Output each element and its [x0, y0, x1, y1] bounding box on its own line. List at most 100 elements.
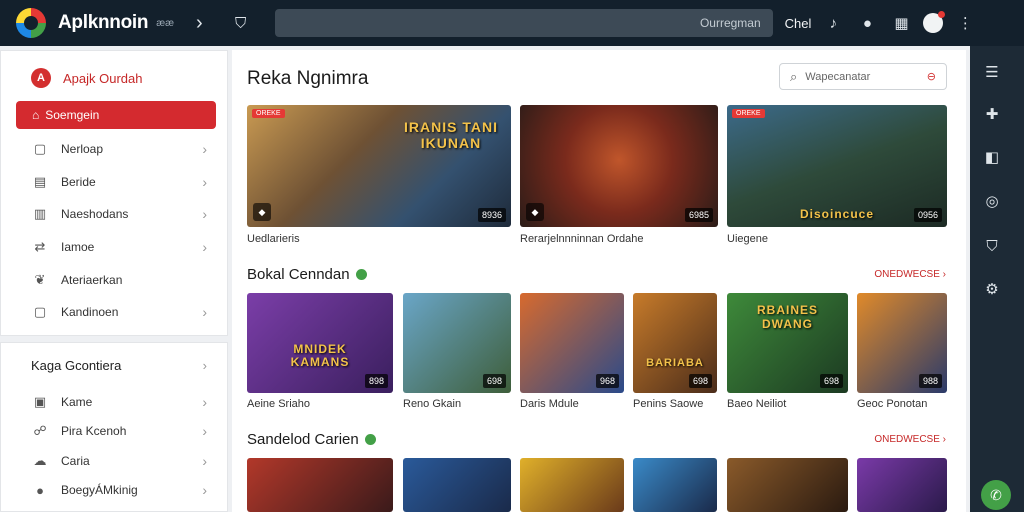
shield-icon[interactable]: ⛉ — [983, 238, 1001, 256]
app-title: Aplknnoin — [58, 12, 149, 33]
game-card-1[interactable]: MNIDEK KAMANS 898 — [247, 293, 393, 393]
featured-card-1[interactable]: OREKE IRANIS TANI IKUNAN ◆ 8936 — [247, 105, 511, 227]
sidebar-item-active[interactable]: ⌂ Soemgein — [16, 101, 216, 129]
disc-icon: ● — [36, 482, 44, 498]
top-bar: Aplknnoin ææ › ⛉ Ourregman Chel ♪ ● ▦ ⋮ — [0, 0, 1024, 46]
see-more-label: ONEDWECSE — [874, 434, 940, 445]
puzzle-icon[interactable]: ✚ — [983, 106, 1001, 124]
game-caption-3: Daris Mdule — [520, 398, 579, 410]
play-icon[interactable]: ◆ — [526, 203, 544, 221]
sidebar-item-label: Soemgein — [45, 108, 100, 122]
game-card-10[interactable] — [633, 458, 717, 512]
sidebar-group-item-3[interactable]: ☁ Caria › — [1, 446, 227, 476]
game-card-8[interactable] — [403, 458, 511, 512]
game-caption-4: Penins Saowe — [633, 398, 704, 410]
status-dot-icon — [364, 434, 376, 445]
card-duration: 698 — [482, 374, 506, 388]
chevron-right-icon: › — [202, 357, 207, 373]
chat-button[interactable]: Chel — [785, 16, 812, 31]
record-icon[interactable]: ● — [855, 11, 879, 35]
game-card-2[interactable]: 698 — [403, 293, 511, 393]
chevron-right-icon: › — [202, 206, 207, 223]
sidebar-item-3[interactable]: ▥ Naeshodans › — [1, 198, 227, 231]
avatar[interactable] — [923, 11, 946, 33]
chat-fab-icon[interactable]: ✆ — [981, 480, 1011, 510]
game-card-6[interactable]: 988 — [857, 293, 947, 393]
chevron-right-icon: › — [202, 173, 207, 190]
square-icon: ▢ — [33, 304, 47, 320]
chevron-right-icon[interactable]: › — [196, 12, 203, 35]
search-input[interactable]: Ourregman — [274, 9, 773, 37]
app-logo[interactable] — [16, 8, 46, 38]
card-duration: 968 — [595, 374, 619, 388]
sidebar-item-label: Pira Kcenoh — [61, 424, 127, 439]
card-duration: 988 — [918, 374, 942, 388]
sidebar-item-label: Caria — [61, 453, 90, 468]
sidebar-group-item-2[interactable]: ☍ Pira Kcenoh › — [1, 417, 227, 447]
page-title: Reka Ngnimra — [247, 68, 369, 89]
card-title-overlay: MNIDEK KAMANS — [290, 342, 350, 369]
globe-icon[interactable]: ◎ — [983, 193, 1001, 211]
sidebar-group-title[interactable]: Kaga Gcontiera › — [1, 343, 227, 387]
see-more-link[interactable]: ONEDWECSE › — [874, 269, 946, 280]
sidebar-item-label: Iamoe — [61, 240, 95, 255]
play-icon[interactable]: ◆ — [253, 203, 271, 221]
document-icon: ▤ — [33, 173, 47, 189]
app-subtitle: ææ — [156, 17, 174, 29]
game-caption-2: Reno Gkain — [403, 398, 462, 410]
list-icon[interactable]: ☰ — [983, 64, 1001, 82]
grid-icon[interactable]: ▦ — [889, 11, 913, 35]
filter-icon[interactable]: ⊖ — [927, 70, 936, 83]
more-vertical-icon[interactable]: ⋮ — [953, 11, 977, 35]
sidebar-group: Kaga Gcontiera › ▣ Kame › ☍ Pira Kcenoh … — [0, 342, 228, 512]
sidebar-header[interactable]: A Apajk Ourdah — [1, 65, 227, 91]
featured-card-3[interactable]: OREKE Disoincuce 0956 — [727, 105, 947, 227]
featured-caption-1: Uedlarieris — [247, 233, 300, 245]
image-icon: ▣ — [33, 393, 47, 409]
sidebar-item-2[interactable]: ▤ Beride › — [1, 166, 227, 199]
sidebar-item-5[interactable]: ❦ Ateriaerkan — [1, 263, 227, 296]
game-caption-1: Aeine Sriaho — [247, 398, 310, 410]
card-tag: OREKE — [252, 109, 285, 118]
gear-icon[interactable]: ⚙ — [983, 281, 1001, 299]
card-title-overlay: RBAINES DWANG — [756, 303, 818, 331]
sidebar-main: A Apajk Ourdah ⌂ Soemgein ▢ Nerloap › ▤ … — [0, 50, 228, 336]
chevron-right-icon: › — [202, 482, 207, 499]
sidebar-item-label: Nerloap — [61, 142, 104, 157]
sidebar-item-6[interactable]: ▢ Kandinoen › — [1, 296, 227, 329]
panel-icon[interactable]: ◧ — [983, 149, 1001, 167]
game-card-12[interactable] — [857, 458, 947, 512]
cloud-icon: ☁ — [33, 452, 47, 468]
app-badge-icon: A — [31, 68, 51, 88]
sidebar-item-label: Kame — [61, 394, 93, 409]
shield-icon[interactable]: ⛉ — [229, 11, 253, 35]
featured-card-2[interactable]: ◆ 6985 — [520, 105, 718, 227]
game-card-9[interactable] — [520, 458, 624, 512]
featured-caption-2: Rerarjelnnninnan Ordahe — [520, 233, 644, 245]
game-card-7[interactable] — [247, 458, 393, 512]
game-card-4[interactable]: BARIABA 698 — [633, 293, 717, 393]
bell-icon[interactable]: ♪ — [821, 11, 845, 35]
sidebar-group-item-4[interactable]: ● BoegyÁMkinig › — [1, 476, 227, 506]
game-card-5[interactable]: RBAINES DWANG 698 — [727, 293, 848, 393]
group-title-label: Kaga Gcontiera — [31, 357, 122, 373]
sidebar-item-1[interactable]: ▢ Nerloap › — [1, 133, 227, 166]
filter-input[interactable]: ⌕ Wapecanatar ⊖ — [779, 63, 947, 90]
card-duration: 6985 — [684, 208, 713, 222]
sidebar-group-item-1[interactable]: ▣ Kame › — [1, 387, 227, 417]
people-icon: ☍ — [33, 423, 47, 439]
chevron-right-icon: › — [202, 423, 207, 440]
featured-caption-3: Uiegene — [727, 233, 768, 245]
section-title-label: Bokal Cenndan — [247, 266, 350, 283]
chevron-right-icon: › — [202, 239, 207, 256]
folder-icon: ▥ — [33, 206, 47, 222]
game-card-3[interactable]: 968 — [520, 293, 624, 393]
see-more-link[interactable]: ONEDWECSE › — [874, 434, 946, 445]
game-card-11[interactable] — [727, 458, 848, 512]
chevron-right-icon: › — [202, 304, 207, 321]
transfer-icon: ⇄ — [34, 239, 46, 255]
sidebar-item-label: Naeshodans — [61, 207, 129, 222]
sidebar-item-4[interactable]: ⇄ Iamoe › — [1, 231, 227, 264]
chevron-right-icon: › — [202, 141, 207, 158]
card-tag: OREKE — [732, 109, 765, 118]
